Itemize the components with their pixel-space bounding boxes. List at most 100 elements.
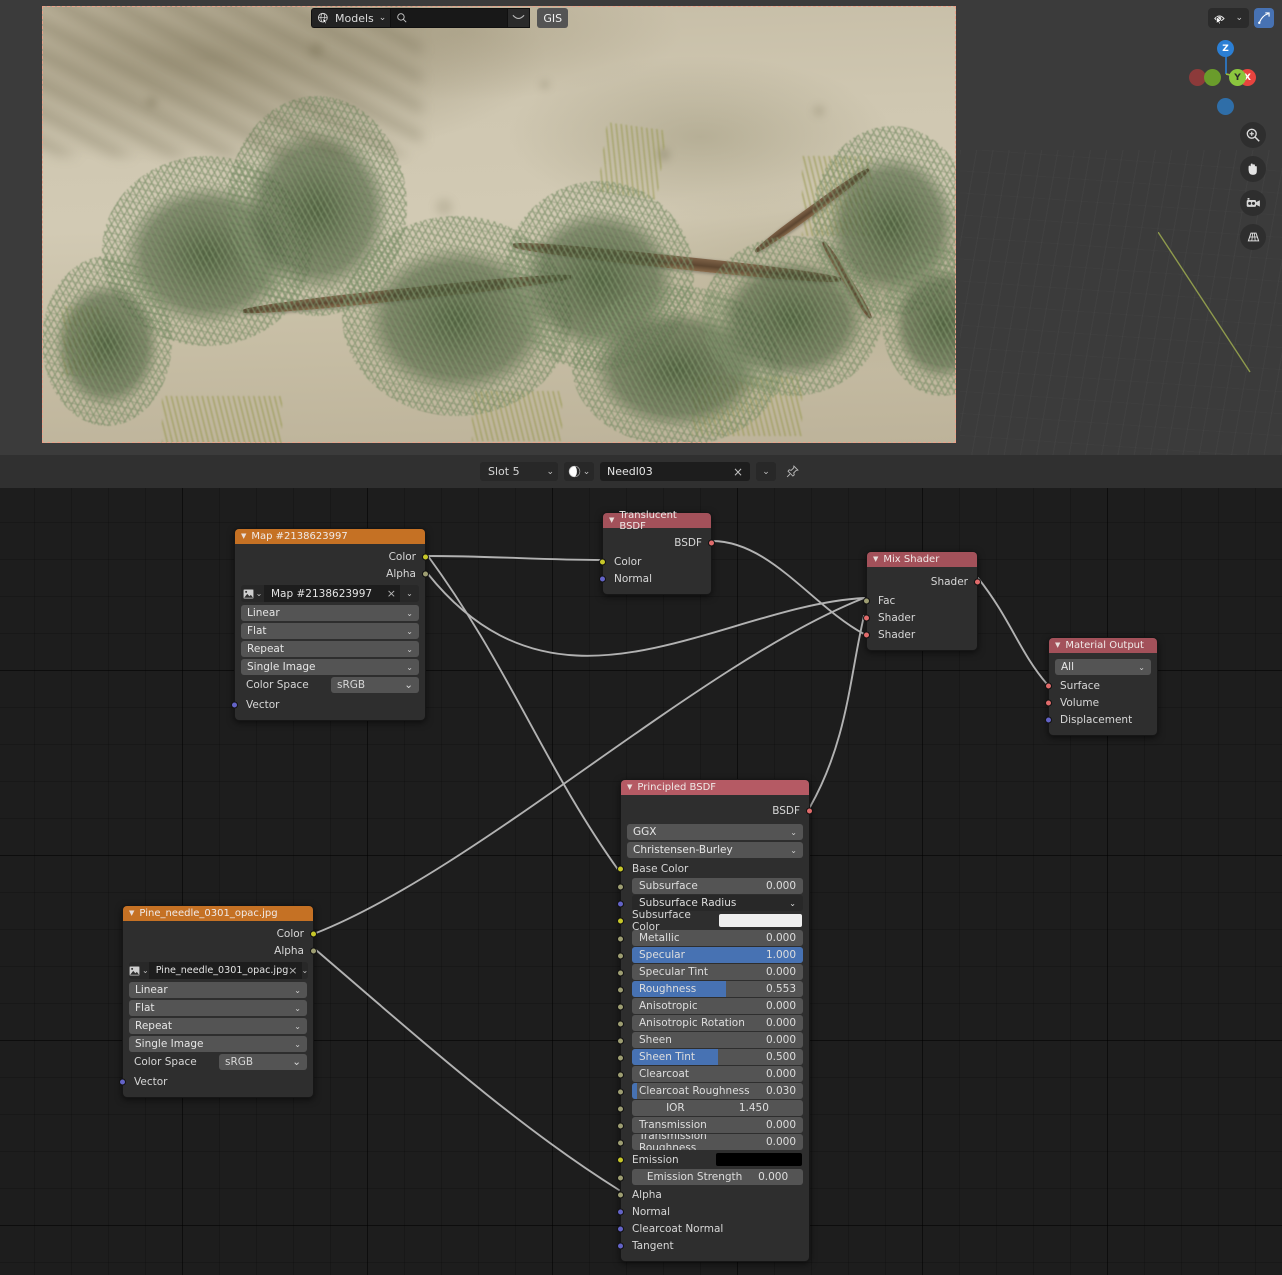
socket-alpha[interactable] bbox=[422, 570, 429, 577]
slider-sheen-tint[interactable]: Sheen Tint 0.500 bbox=[632, 1049, 803, 1065]
3d-viewport[interactable]: Models ⌄ chevron-down-icon GIS bbox=[0, 0, 1282, 455]
extension-select[interactable]: Repeat ⌄ bbox=[129, 1018, 307, 1034]
node-output-alpha[interactable]: Alpha bbox=[235, 565, 429, 582]
node-header[interactable]: ▼ Map #2138623997 bbox=[235, 529, 425, 544]
viewport-overlay-tools[interactable]: ⌄ bbox=[1208, 8, 1274, 28]
socket-fac[interactable] bbox=[863, 597, 870, 604]
gizmo-axis-neg-y[interactable] bbox=[1204, 69, 1221, 86]
close-icon[interactable]: × bbox=[288, 964, 297, 977]
node-material-output[interactable]: ▼ Material Output All ⌄ Surface Volume D… bbox=[1045, 637, 1158, 736]
socket-vector[interactable] bbox=[119, 1078, 126, 1085]
collapse-triangle-icon[interactable]: ▼ bbox=[1055, 642, 1060, 649]
image-icon[interactable]: ⌄ bbox=[241, 585, 264, 602]
viewport-tool-buttons[interactable] bbox=[1240, 122, 1266, 250]
node-input-color[interactable]: Color bbox=[599, 553, 711, 570]
interpolation-select[interactable]: Linear ⌄ bbox=[129, 982, 307, 998]
socket-specular-tint[interactable] bbox=[617, 969, 624, 977]
socket-color[interactable] bbox=[310, 930, 317, 937]
image-datablock-selector[interactable]: ⌄ Map #2138623997 × ⌄ bbox=[241, 585, 419, 602]
node-pine-needle-texture[interactable]: ▼ Pine_needle_0301_opac.jpg Color Alpha bbox=[119, 905, 317, 1098]
node-header[interactable]: ▼ Translucent BSDF bbox=[603, 510, 711, 532]
select-subsurface-radius[interactable]: Subsurface Radius ⌄ bbox=[632, 895, 803, 911]
node-output-color[interactable]: Color bbox=[123, 925, 317, 942]
grid-icon[interactable] bbox=[1240, 224, 1266, 250]
node-input-surface[interactable]: Surface bbox=[1045, 677, 1157, 694]
socket-sheen[interactable] bbox=[617, 1037, 624, 1045]
models-source-dropdown[interactable]: Models ⌄ bbox=[311, 8, 391, 28]
collapse-triangle-icon[interactable]: ▼ bbox=[627, 784, 632, 791]
socket-vector[interactable] bbox=[231, 701, 238, 708]
socket-clearcoat-normal[interactable] bbox=[617, 1225, 624, 1232]
socket-base-color[interactable] bbox=[617, 865, 624, 872]
material-name-input[interactable]: Needl03 × bbox=[600, 462, 750, 481]
color-swatch-subsurface[interactable] bbox=[718, 914, 802, 927]
slider-transmission-roughness[interactable]: Transmission Roughness 0.000 bbox=[632, 1134, 803, 1150]
search-input[interactable] bbox=[390, 8, 509, 28]
hand-icon[interactable] bbox=[1240, 156, 1266, 182]
node-header[interactable]: ▼ Mix Shader bbox=[867, 552, 977, 567]
slider-subsurface[interactable]: Subsurface 0.000 bbox=[632, 878, 803, 894]
socket-normal[interactable] bbox=[599, 575, 606, 582]
socket-bsdf[interactable] bbox=[708, 539, 715, 546]
gizmo-axis-neg-z[interactable] bbox=[1217, 98, 1234, 115]
socket-subsurface-color[interactable] bbox=[617, 917, 624, 924]
node-translucent-bsdf[interactable]: ▼ Translucent BSDF BSDF Color Normal bbox=[599, 510, 715, 595]
material-icon-dropdown[interactable]: ⌄ bbox=[564, 462, 594, 481]
input-emission[interactable]: Emission bbox=[617, 1151, 809, 1168]
gis-search-bar[interactable]: Models ⌄ chevron-down-icon GIS bbox=[311, 8, 569, 28]
input-clearcoat-normal[interactable]: Clearcoat Normal bbox=[617, 1220, 809, 1237]
socket-color[interactable] bbox=[599, 558, 606, 565]
navigation-gizmo[interactable]: Z X Y bbox=[1189, 38, 1262, 115]
source-select[interactable]: Single Image ⌄ bbox=[129, 1036, 307, 1052]
gizmo-axis-y[interactable]: Y bbox=[1229, 69, 1246, 86]
node-output-shader[interactable]: Shader bbox=[867, 571, 981, 592]
image-name-field[interactable]: Pine_needle_0301_opac.jpg × bbox=[148, 962, 302, 979]
socket-surface[interactable] bbox=[1045, 682, 1052, 689]
zoom-icon[interactable] bbox=[1240, 122, 1266, 148]
node-principled-bsdf[interactable]: ▼ Principled BSDF BSDF GGX ⌄ Christensen… bbox=[617, 779, 813, 1262]
socket-alpha[interactable] bbox=[617, 1191, 624, 1198]
slider-sheen[interactable]: Sheen 0.000 bbox=[632, 1032, 803, 1048]
node-map-texture[interactable]: ▼ Map #2138623997 Color Alpha ⌄ Map #213… bbox=[231, 528, 429, 721]
collapse-triangle-icon[interactable]: ▼ bbox=[129, 910, 134, 917]
input-tangent[interactable]: Tangent bbox=[617, 1237, 809, 1254]
input-alpha[interactable]: Alpha bbox=[617, 1186, 809, 1203]
slider-specular[interactable]: Specular 1.000 bbox=[632, 947, 803, 963]
close-icon[interactable]: × bbox=[387, 587, 396, 600]
slider-ior[interactable]: IOR 1.450 bbox=[632, 1100, 803, 1116]
input-subsurface-color[interactable]: Subsurface Color bbox=[617, 909, 809, 933]
node-input-shader-2[interactable]: Shader bbox=[863, 626, 977, 643]
interpolation-select[interactable]: Linear ⌄ bbox=[241, 605, 419, 621]
socket-displacement[interactable] bbox=[1045, 716, 1052, 723]
socket-transmission[interactable] bbox=[617, 1122, 624, 1130]
gis-button[interactable]: GIS bbox=[537, 8, 569, 28]
socket-anisotropic-rotation[interactable] bbox=[617, 1020, 624, 1028]
socket-volume[interactable] bbox=[1045, 699, 1052, 706]
socket-roughness[interactable] bbox=[617, 986, 624, 994]
target-select[interactable]: All ⌄ bbox=[1055, 659, 1151, 675]
node-input-vector[interactable]: Vector bbox=[231, 696, 425, 713]
image-dropdown-button[interactable]: ⌄ bbox=[400, 585, 419, 602]
visibility-dropdown[interactable]: ⌄ bbox=[1208, 8, 1249, 28]
gizmo-axis-z[interactable]: Z bbox=[1217, 40, 1234, 57]
socket-specular[interactable] bbox=[617, 952, 624, 960]
extension-select[interactable]: Repeat ⌄ bbox=[241, 641, 419, 657]
node-input-volume[interactable]: Volume bbox=[1045, 694, 1157, 711]
socket-emission[interactable] bbox=[617, 1156, 624, 1163]
socket-clearcoat-roughness[interactable] bbox=[617, 1088, 624, 1096]
node-input-shader-1[interactable]: Shader bbox=[863, 609, 977, 626]
camera-icon[interactable] bbox=[1240, 190, 1266, 216]
color-swatch-emission[interactable] bbox=[716, 1153, 802, 1166]
socket-normal[interactable] bbox=[617, 1208, 624, 1215]
image-dropdown-button[interactable]: ⌄ bbox=[301, 962, 309, 979]
search-dropdown-button[interactable]: chevron-down-icon bbox=[508, 8, 531, 28]
socket-metallic[interactable] bbox=[617, 935, 624, 943]
collapse-triangle-icon[interactable]: ▼ bbox=[609, 517, 614, 524]
slider-emission-strength[interactable]: Emission Strength 0.000 bbox=[632, 1169, 803, 1185]
color-space-select[interactable]: sRGB ⌄ bbox=[331, 677, 419, 693]
close-icon[interactable]: × bbox=[729, 465, 747, 479]
socket-emission-strength[interactable] bbox=[617, 1174, 624, 1182]
slider-clearcoat[interactable]: Clearcoat 0.000 bbox=[632, 1066, 803, 1082]
image-name-field[interactable]: Map #2138623997 × bbox=[264, 585, 400, 602]
socket-sheen-tint[interactable] bbox=[617, 1054, 624, 1062]
